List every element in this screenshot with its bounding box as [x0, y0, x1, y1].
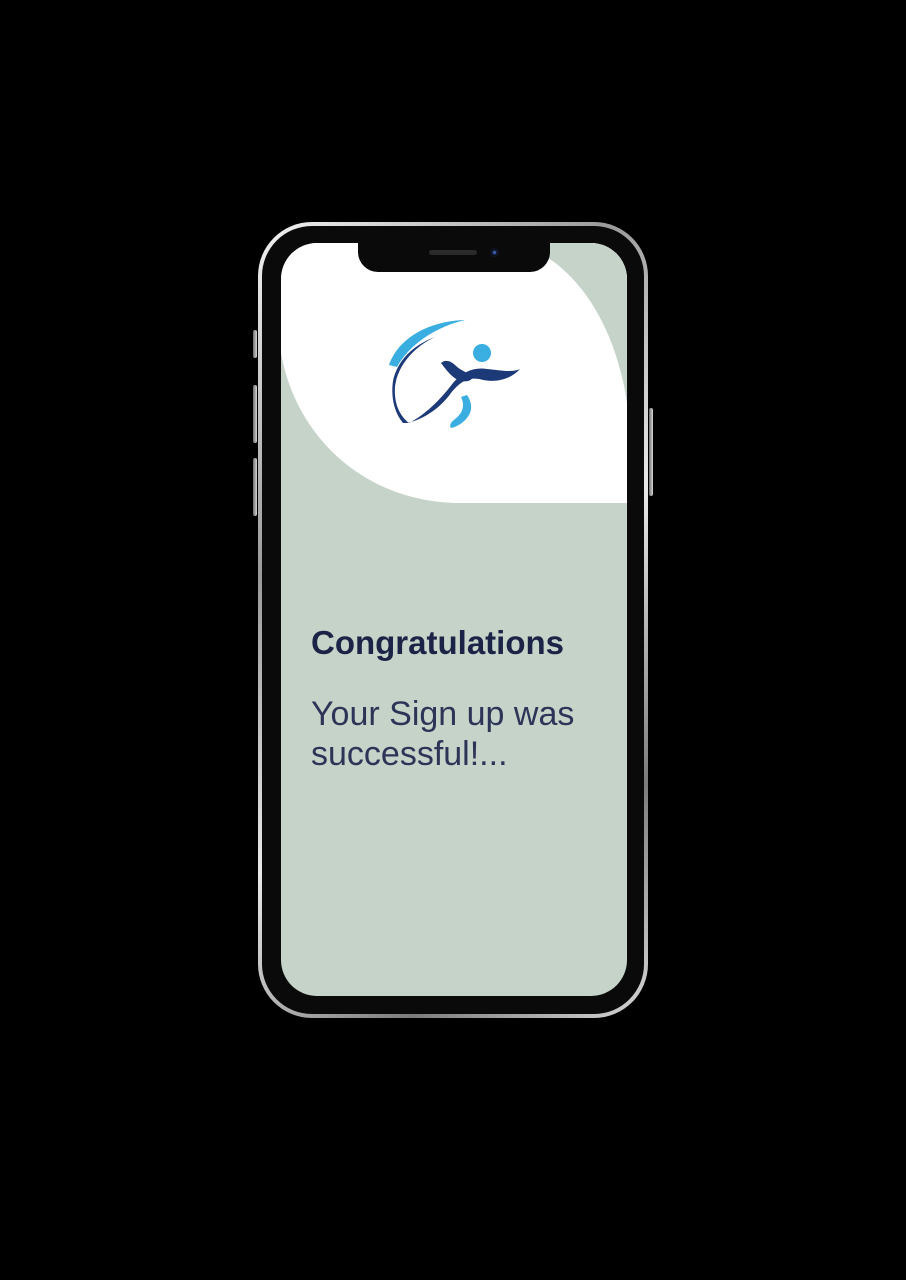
signup-success-message: Your Sign up was successful!...	[311, 695, 575, 773]
congratulations-title: Congratulations	[311, 624, 564, 661]
volume-up-button	[253, 385, 257, 443]
front-camera	[490, 248, 499, 257]
mute-switch	[253, 330, 257, 358]
volume-down-button	[253, 458, 257, 516]
phone-notch	[358, 239, 550, 272]
speaker-grille	[429, 250, 477, 255]
power-button	[649, 408, 653, 496]
runner-logo-icon	[385, 315, 525, 433]
